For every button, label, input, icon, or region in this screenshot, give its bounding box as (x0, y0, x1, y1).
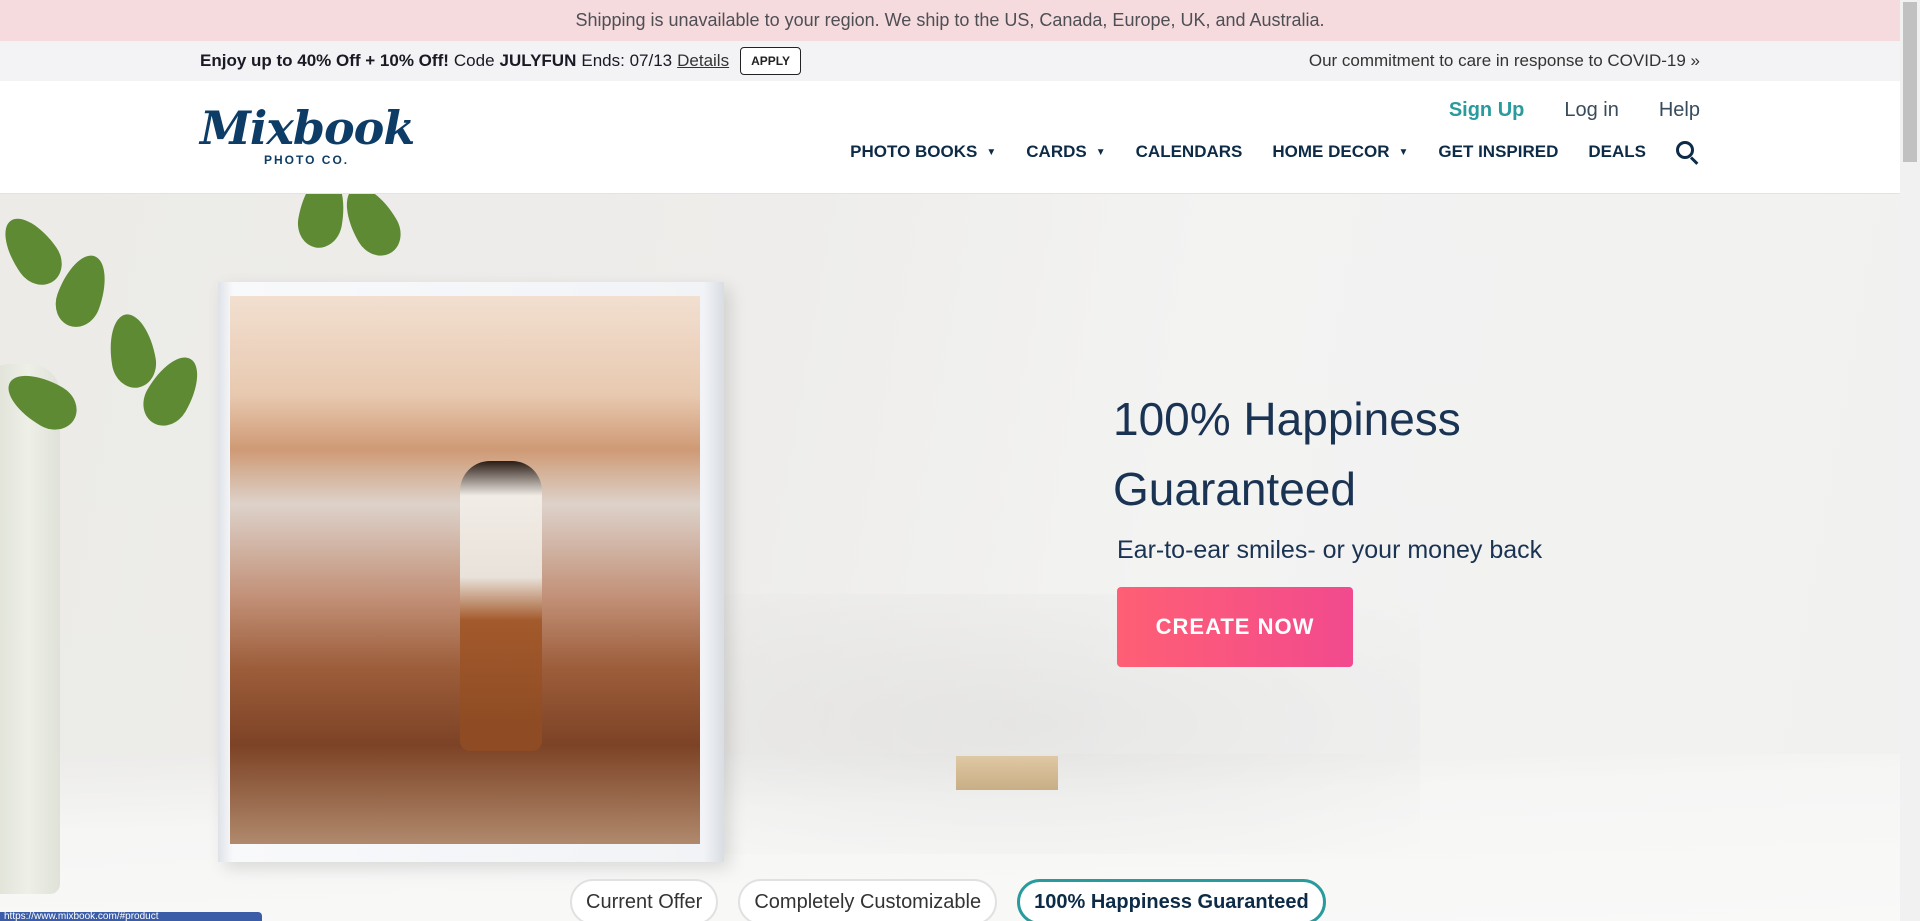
mixbook-logo[interactable]: Mixbook PHOTO CO. (200, 101, 415, 173)
status-bar-url: https://www.mixbook.com/#product (0, 912, 262, 921)
logo-subtitle: PHOTO CO. (264, 153, 350, 167)
promo-code: JULYFUN (499, 51, 577, 70)
pill-happiness-guaranteed[interactable]: 100% Happiness Guaranteed (1017, 879, 1326, 921)
nav-item-label: GET INSPIRED (1438, 142, 1559, 161)
help-link[interactable]: Help (1659, 99, 1700, 122)
plant-leaf-image (0, 208, 72, 294)
create-now-button[interactable]: CREATE NOW (1117, 587, 1353, 667)
apply-button[interactable]: APPLY (740, 47, 801, 75)
caret-down-icon: ▼ (986, 146, 997, 158)
wood-block-image (956, 756, 1058, 790)
hero-title-line1: 100% Happiness (1113, 393, 1461, 445)
plant-leaf-image (103, 310, 161, 392)
nav-item-deals[interactable]: DEALS (1588, 142, 1646, 162)
main-nav: PHOTO BOOKS ▼ CARDS ▼ CALENDARS HOME DEC… (820, 139, 1700, 165)
shipping-notice-text: Shipping is unavailable to your region. … (575, 10, 1325, 30)
plant-leaf-image (293, 194, 351, 252)
search-icon[interactable] (1674, 139, 1700, 165)
caret-down-icon: ▼ (1398, 146, 1409, 158)
promo-code-label: Code (453, 51, 495, 70)
site-header: Mixbook PHOTO CO. Sign Up Log in Help PH… (0, 81, 1900, 194)
hero-text: 100% Happiness Guaranteed Ear-to-ear smi… (1113, 384, 1673, 667)
sign-up-link[interactable]: Sign Up (1449, 99, 1525, 122)
logo-wordmark: Mixbook (200, 101, 415, 155)
caret-down-icon: ▼ (1095, 146, 1106, 158)
nav-item-label: DEALS (1588, 142, 1646, 161)
nav-item-label: CALENDARS (1135, 142, 1243, 161)
feature-pills: Current Offer Completely Customizable 10… (570, 879, 1326, 921)
scrollbar-thumb[interactable] (1903, 2, 1917, 162)
hero-subtitle: Ear-to-ear smiles- or your money back (1117, 536, 1543, 564)
nav-item-cards[interactable]: CARDS ▼ (1026, 142, 1105, 162)
page-scrollbar[interactable] (1900, 0, 1920, 921)
nav-item-label: PHOTO BOOKS (850, 142, 978, 161)
covid-commitment-link[interactable]: Our commitment to care in response to CO… (1309, 41, 1700, 81)
promo-offer-text: Enjoy up to 40% Off + 10% Off! (200, 51, 449, 70)
acrylic-photo-block-image (218, 282, 724, 862)
couple-photo-image (230, 296, 700, 844)
promo-ends: Ends: 07/13 (581, 51, 673, 70)
shipping-notice-bar: Shipping is unavailable to your region. … (0, 0, 1900, 41)
glass-vase-image (0, 364, 60, 894)
promo-bar: Enjoy up to 40% Off + 10% Off! Code JULY… (0, 41, 1900, 81)
nav-item-label: CARDS (1026, 142, 1087, 161)
nav-item-get-inspired[interactable]: GET INSPIRED (1438, 142, 1558, 162)
pill-current-offer[interactable]: Current Offer (570, 879, 719, 921)
promo-offer: Enjoy up to 40% Off + 10% Off! Code JULY… (200, 41, 801, 81)
hero-banner: 100% Happiness Guaranteed Ear-to-ear smi… (0, 194, 1900, 921)
log-in-link[interactable]: Log in (1564, 99, 1619, 122)
nav-item-home-decor[interactable]: HOME DECOR ▼ (1272, 142, 1408, 162)
hero-title: 100% Happiness Guaranteed (1113, 384, 1673, 524)
couple-figure-image (460, 461, 542, 751)
nav-item-photo-books[interactable]: PHOTO BOOKS ▼ (850, 142, 996, 162)
plant-leaf-image (334, 194, 410, 265)
promo-details-link[interactable]: Details (677, 51, 729, 71)
pill-completely-customizable[interactable]: Completely Customizable (738, 879, 998, 921)
nav-item-calendars[interactable]: CALENDARS (1136, 142, 1243, 162)
utility-links: Sign Up Log in Help (1449, 99, 1700, 122)
nav-item-label: HOME DECOR (1272, 142, 1390, 161)
hero-title-line2: Guaranteed (1113, 463, 1356, 515)
